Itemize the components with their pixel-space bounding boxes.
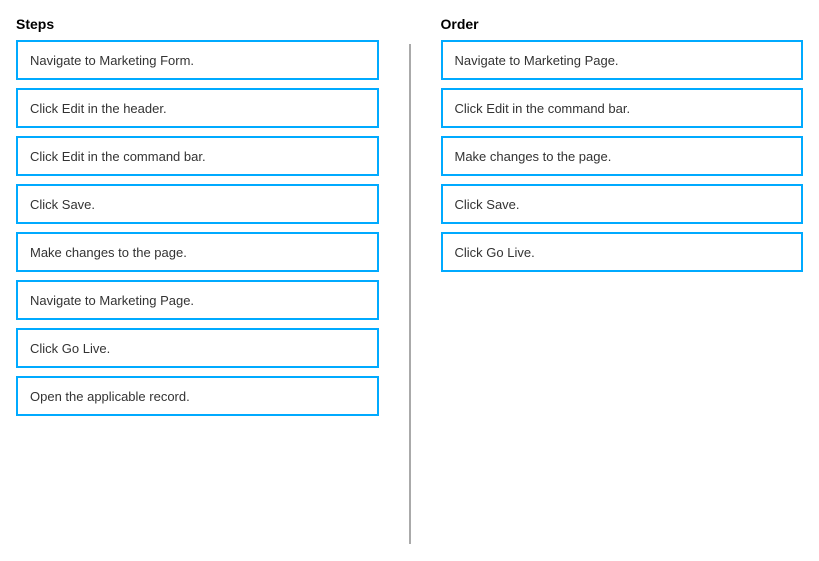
step-item-5[interactable]: Make changes to the page. [16,232,379,272]
step-item-1[interactable]: Navigate to Marketing Form. [16,40,379,80]
order-item-1[interactable]: Navigate to Marketing Page. [441,40,804,80]
step-item-7[interactable]: Click Go Live. [16,328,379,368]
order-item-4[interactable]: Click Save. [441,184,804,224]
step-item-2[interactable]: Click Edit in the header. [16,88,379,128]
order-item-5[interactable]: Click Go Live. [441,232,804,272]
order-item-2[interactable]: Click Edit in the command bar. [441,88,804,128]
step-item-6[interactable]: Navigate to Marketing Page. [16,280,379,320]
step-item-4[interactable]: Click Save. [16,184,379,224]
main-container: Steps Navigate to Marketing Form. Click … [16,16,803,544]
step-item-3[interactable]: Click Edit in the command bar. [16,136,379,176]
order-header: Order [441,16,804,32]
step-item-8[interactable]: Open the applicable record. [16,376,379,416]
steps-column: Steps Navigate to Marketing Form. Click … [16,16,379,424]
column-divider [409,44,411,544]
order-item-3[interactable]: Make changes to the page. [441,136,804,176]
order-column: Order Navigate to Marketing Page. Click … [441,16,804,280]
steps-header: Steps [16,16,379,32]
